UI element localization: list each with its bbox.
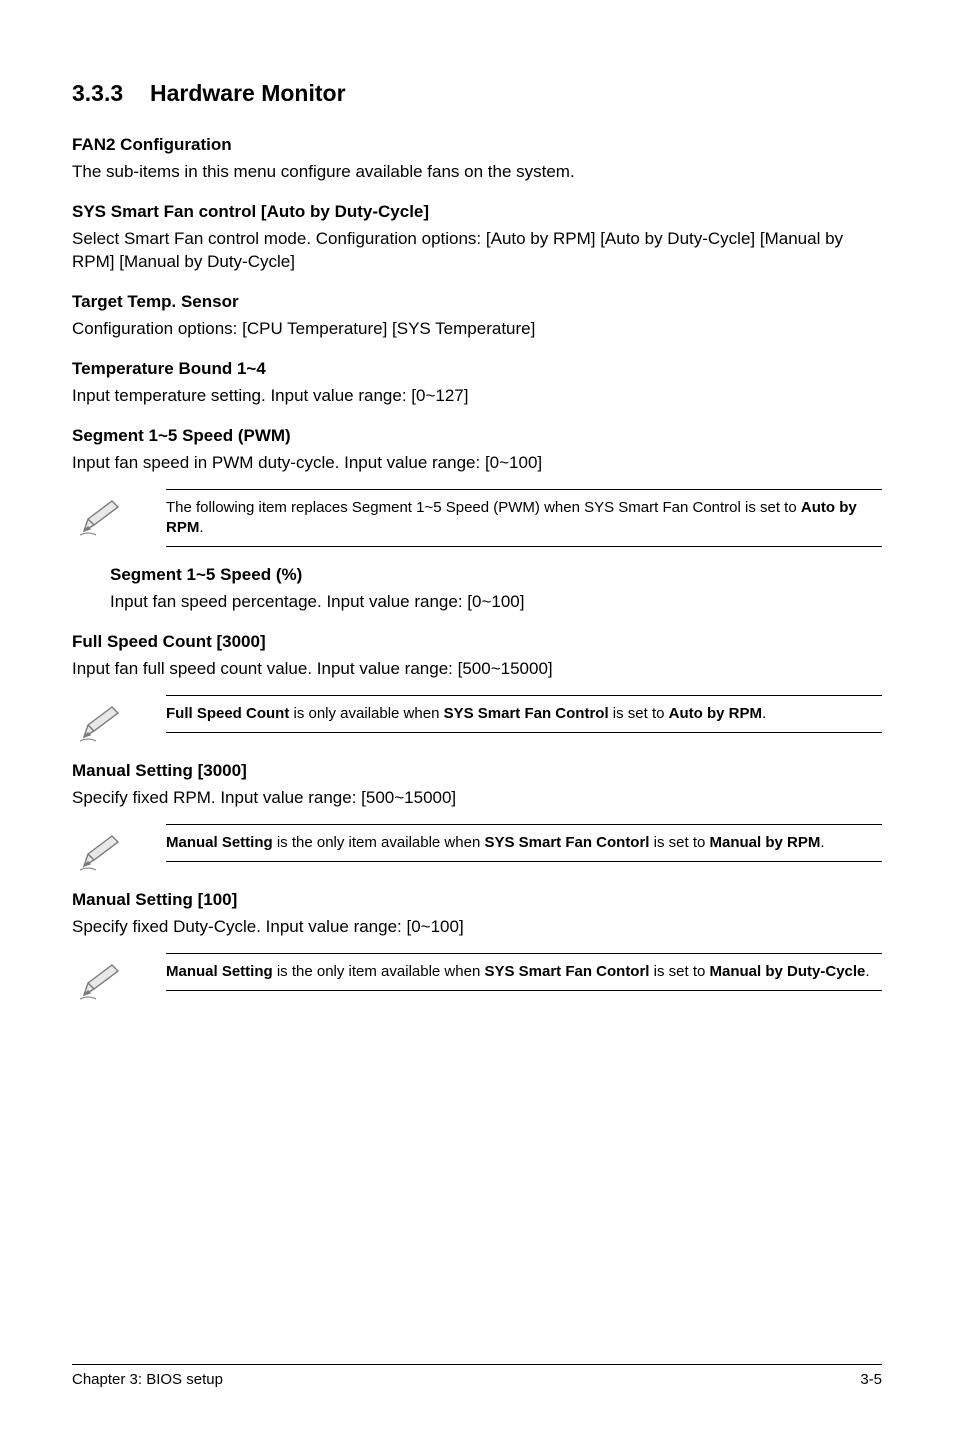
heading-full-speed: Full Speed Count [3000] — [72, 632, 882, 652]
pencil-icon — [72, 824, 166, 872]
note-4-post: . — [865, 963, 869, 980]
heading-manual-3000: Manual Setting [3000] — [72, 761, 882, 781]
pencil-icon — [72, 489, 166, 537]
note-3-mid2: is set to — [649, 834, 709, 851]
note-2-mid: is only available when — [289, 705, 443, 722]
note-3-mid: is the only item available when — [273, 834, 485, 851]
note-3-b2: SYS Smart Fan Contorl — [484, 834, 649, 851]
note-4-mid: is the only item available when — [273, 963, 485, 980]
footer-right: 3-5 — [860, 1371, 882, 1388]
note-2-b2: SYS Smart Fan Control — [444, 705, 609, 722]
note-3-b3: Manual by RPM — [710, 834, 821, 851]
note-block-1: The following item replaces Segment 1~5 … — [72, 489, 882, 548]
heading-fan2-config: FAN2 Configuration — [72, 135, 882, 155]
footer-left: Chapter 3: BIOS setup — [72, 1371, 223, 1388]
heading-seg-pwm: Segment 1~5 Speed (PWM) — [72, 426, 882, 446]
text-fan2-config: The sub-items in this menu configure ava… — [72, 161, 882, 184]
note-3-text: Manual Setting is the only item availabl… — [166, 824, 882, 862]
note-2-post: . — [762, 705, 766, 722]
text-seg-pwm: Input fan speed in PWM duty-cycle. Input… — [72, 452, 882, 475]
note-3-b1: Manual Setting — [166, 834, 273, 851]
note-2-mid2: is set to — [609, 705, 669, 722]
text-sys-smart-fan: Select Smart Fan control mode. Configura… — [72, 228, 882, 274]
note-2-text: Full Speed Count is only available when … — [166, 695, 882, 733]
note-4-mid2: is set to — [649, 963, 709, 980]
section-heading: 3.3.3 Hardware Monitor — [72, 80, 882, 107]
note-block-4: Manual Setting is the only item availabl… — [72, 953, 882, 1001]
page-content: 3.3.3 Hardware Monitor FAN2 Configuratio… — [0, 0, 954, 1438]
text-seg-pct: Input fan speed percentage. Input value … — [110, 591, 882, 614]
heading-sys-smart-fan: SYS Smart Fan control [Auto by Duty-Cycl… — [72, 202, 882, 222]
text-target-temp: Configuration options: [CPU Temperature]… — [72, 318, 882, 341]
heading-temp-bound: Temperature Bound 1~4 — [72, 359, 882, 379]
note-3-post: . — [820, 834, 824, 851]
heading-seg-pct: Segment 1~5 Speed (%) — [110, 565, 882, 585]
section-number: 3.3.3 — [72, 80, 150, 107]
note-1-post: . — [199, 519, 203, 536]
pencil-icon — [72, 953, 166, 1001]
text-temp-bound: Input temperature setting. Input value r… — [72, 385, 882, 408]
note-block-2: Full Speed Count is only available when … — [72, 695, 882, 743]
note-1-text: The following item replaces Segment 1~5 … — [166, 489, 882, 548]
note-2-b1: Full Speed Count — [166, 705, 289, 722]
note-block-3: Manual Setting is the only item availabl… — [72, 824, 882, 872]
note-4-text: Manual Setting is the only item availabl… — [166, 953, 882, 991]
pencil-icon — [72, 695, 166, 743]
note-4-b2: SYS Smart Fan Contorl — [484, 963, 649, 980]
text-manual-100: Specify fixed Duty-Cycle. Input value ra… — [72, 916, 882, 939]
text-full-speed: Input fan full speed count value. Input … — [72, 658, 882, 681]
section-title: Hardware Monitor — [150, 80, 346, 107]
heading-manual-100: Manual Setting [100] — [72, 890, 882, 910]
heading-target-temp: Target Temp. Sensor — [72, 292, 882, 312]
note-4-b1: Manual Setting — [166, 963, 273, 980]
note-4-b3: Manual by Duty-Cycle — [710, 963, 866, 980]
text-manual-3000: Specify fixed RPM. Input value range: [5… — [72, 787, 882, 810]
page-footer: Chapter 3: BIOS setup 3-5 — [72, 1364, 882, 1388]
note-1-pre: The following item replaces Segment 1~5 … — [166, 499, 801, 516]
note-2-b3: Auto by RPM — [669, 705, 762, 722]
